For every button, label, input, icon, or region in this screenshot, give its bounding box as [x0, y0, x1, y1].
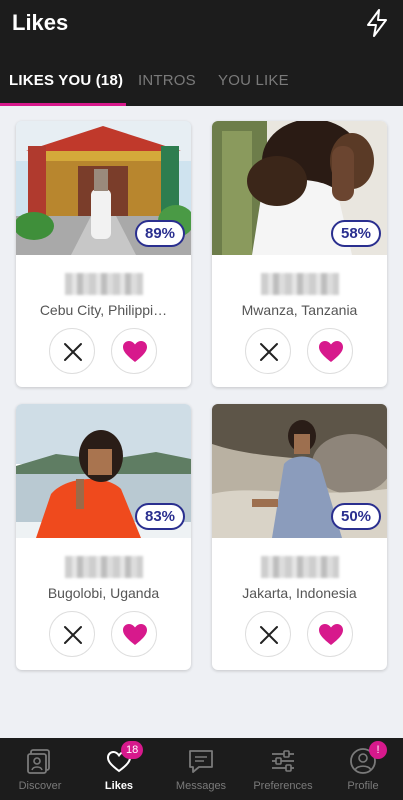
match-percentage-badge: 58% [331, 220, 381, 247]
heart-icon [123, 341, 147, 362]
match-percentage-badge: 50% [331, 503, 381, 530]
blurred-name [260, 273, 339, 295]
pass-button[interactable] [245, 611, 291, 657]
profile-card[interactable]: 89% Cebu City, Philippi… [16, 121, 191, 387]
header: Likes LIKES YOU (18) INTROS YOU LIKE [0, 0, 403, 106]
blurred-name [64, 556, 143, 578]
profile-card[interactable]: 50% Jakarta, Indonesia [212, 404, 387, 670]
close-icon [64, 343, 82, 361]
profile-photo[interactable]: 50% [212, 404, 387, 538]
profile-card[interactable]: 58% Mwanza, Tanzania [212, 121, 387, 387]
nav-label: Discover [18, 780, 62, 792]
blurred-name [260, 556, 339, 578]
likes-screen: Likes LIKES YOU (18) INTROS YOU LIKE 89%… [0, 0, 403, 800]
page-title: Likes [12, 10, 69, 35]
nav-messages[interactable]: Messages [161, 738, 241, 800]
message-icon [189, 750, 213, 773]
location-text: Mwanza, Tanzania [241, 302, 358, 318]
close-icon [260, 626, 278, 644]
match-percentage-badge: 89% [135, 220, 185, 247]
nav-likes[interactable]: 18 Likes [79, 738, 159, 800]
like-button[interactable] [307, 611, 353, 657]
discover-icon [27, 749, 50, 774]
like-button[interactable] [307, 328, 353, 374]
heart-icon [319, 624, 343, 645]
close-icon [260, 343, 278, 361]
nav-label: Likes [104, 780, 134, 792]
heart-icon [123, 624, 147, 645]
tab-intros[interactable]: INTROS [138, 72, 196, 89]
profile-photo[interactable]: 58% [212, 121, 387, 255]
tab-bar: LIKES YOU (18) INTROS YOU LIKE [0, 58, 403, 106]
nav-label: Profile [347, 780, 379, 792]
sliders-icon [272, 750, 294, 772]
profile-alert-badge: ! [369, 741, 387, 759]
nav-label: Preferences [253, 780, 313, 792]
pass-button[interactable] [49, 611, 95, 657]
nav-profile[interactable]: ! Profile [323, 738, 403, 800]
blurred-name [64, 273, 143, 295]
heart-icon [319, 341, 343, 362]
location-text: Bugolobi, Uganda [47, 585, 160, 601]
tab-you-like[interactable]: YOU LIKE [218, 72, 289, 89]
nav-discover[interactable]: Discover [0, 738, 80, 800]
location-text: Jakarta, Indonesia [242, 585, 357, 601]
location-text: Cebu City, Philippi… [39, 302, 168, 318]
bottom-navigation: Discover 18 Likes Messages Preferences !… [0, 738, 403, 800]
match-percentage-badge: 83% [135, 503, 185, 530]
likes-count-badge: 18 [121, 741, 144, 759]
pass-button[interactable] [245, 328, 291, 374]
profile-photo[interactable]: 89% [16, 121, 191, 255]
profile-card[interactable]: 83% Bugolobi, Uganda [16, 404, 191, 670]
pass-button[interactable] [49, 328, 95, 374]
like-button[interactable] [111, 328, 157, 374]
nav-preferences[interactable]: Preferences [243, 738, 323, 800]
close-icon [64, 626, 82, 644]
profile-photo[interactable]: 83% [16, 404, 191, 538]
likes-grid: 89% Cebu City, Philippi… 58% Mwanza, Tan… [0, 106, 403, 738]
lightning-bolt-icon[interactable] [363, 8, 391, 38]
like-button[interactable] [111, 611, 157, 657]
tab-likes-you[interactable]: LIKES YOU (18) [9, 72, 123, 89]
nav-label: Messages [175, 780, 227, 792]
